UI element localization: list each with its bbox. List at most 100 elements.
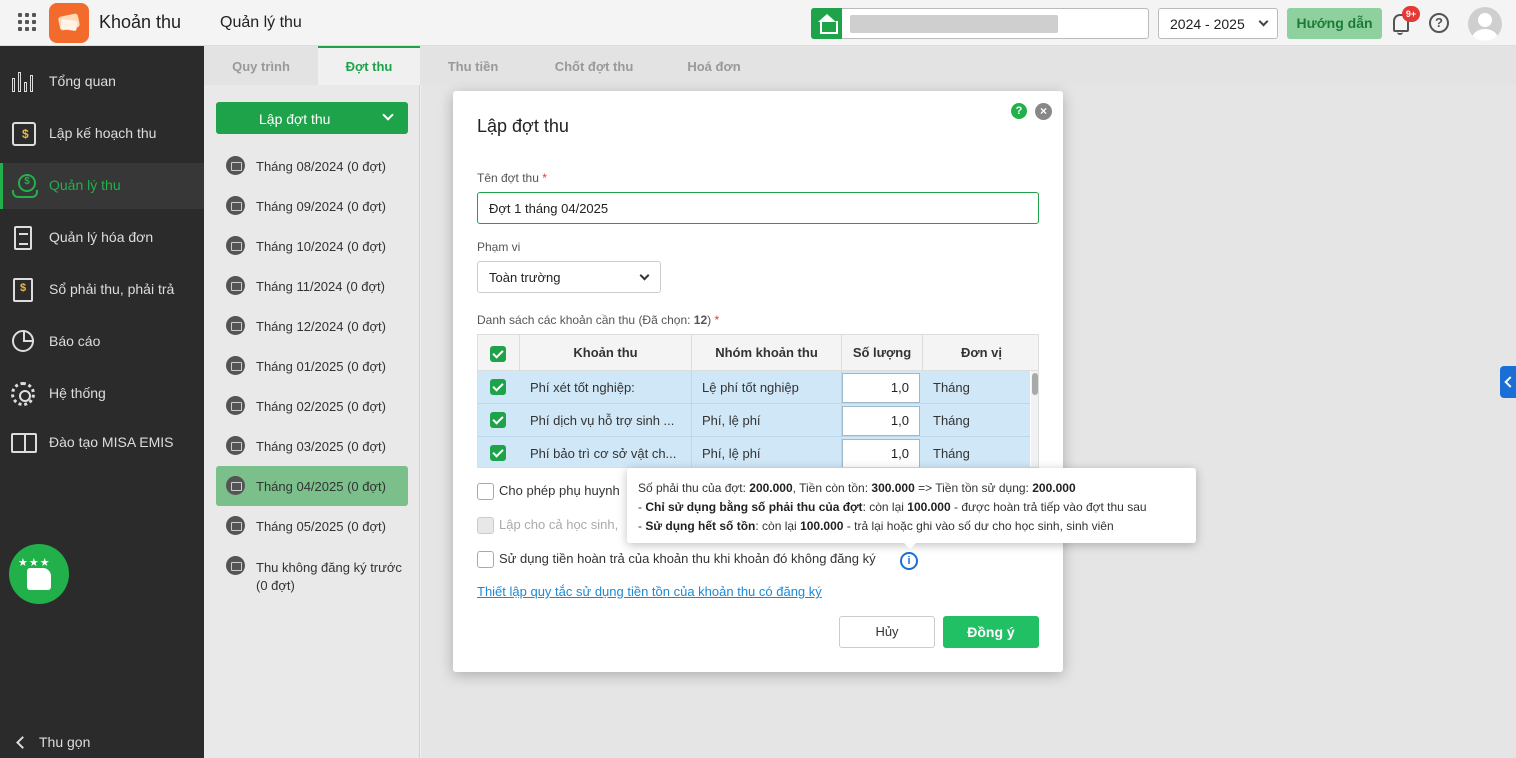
sidebar-item-manage-collection[interactable]: Quản lý thu (0, 163, 204, 209)
allow-parent-option[interactable]: Cho phép phụ huynh (477, 483, 620, 501)
expand-panel-tab[interactable] (1500, 366, 1516, 398)
period-label: Tháng 01/2025 (0 đợt) (256, 359, 386, 374)
period-label: Tháng 05/2025 (0 đợt) (256, 519, 386, 534)
calendar-icon (226, 276, 245, 295)
document-icon (14, 226, 32, 250)
tab-collection-periods[interactable]: Đợt thu (318, 46, 420, 85)
tab-bar: Quy trình Đợt thu Thu tiền Chốt đợt thu … (204, 46, 1516, 85)
quantity-input[interactable]: 1,0 (842, 406, 920, 436)
scope-select[interactable]: Toàn trường (477, 261, 661, 293)
school-year-select[interactable]: 2024 - 2025 (1158, 8, 1278, 39)
sidebar-item-training[interactable]: Đào tạo MISA EMIS (0, 420, 204, 466)
confirm-button[interactable]: Đồng ý (943, 616, 1039, 648)
table-row[interactable]: Phí xét tốt nghiệp: Lệ phí tốt nghiệp 1,… (478, 371, 1030, 404)
fee-group: Phí, lệ phí (692, 404, 842, 437)
chevron-left-icon (16, 736, 29, 749)
required-mark: * (714, 313, 720, 327)
period-item[interactable]: Tháng 08/2024 (0 đợt) (216, 146, 408, 186)
tooltip-line: Số phải thu của đợt: 200.000, Tiền còn t… (638, 479, 1196, 498)
sidebar-item-invoices[interactable]: Quản lý hóa đơn (0, 215, 204, 261)
tooltip-bold: Sử dụng hết số tồn (645, 519, 756, 533)
tooltip-line: - Chỉ sử dụng bằng số phải thu của đợt: … (638, 498, 1196, 517)
gear-icon (11, 382, 35, 406)
period-item[interactable]: Tháng 09/2024 (0 đợt) (216, 186, 408, 226)
avatar[interactable] (1468, 7, 1502, 41)
sidebar-item-label: Báo cáo (49, 333, 101, 349)
row-checkbox[interactable] (490, 412, 506, 428)
row-checkbox[interactable] (490, 379, 506, 395)
tooltip-bold: 100.000 (800, 519, 844, 533)
period-item[interactable]: Tháng 10/2024 (0 đợt) (216, 226, 408, 266)
table-row[interactable]: Phí dịch vụ hỗ trợ sinh ... Phí, lệ phí … (478, 404, 1030, 437)
option-label: Cho phép phụ huynh (499, 483, 620, 498)
calendar-money-icon (12, 122, 36, 146)
quantity-input[interactable]: 1,0 (842, 439, 920, 467)
period-item[interactable]: Tháng 02/2025 (0 đợt) (216, 386, 408, 426)
cancel-button[interactable]: Hủy (839, 616, 935, 648)
create-period-label: Lập đợt thu (259, 111, 331, 127)
period-label: Tháng 02/2025 (0 đợt) (256, 399, 386, 414)
selected-count: 12 (693, 313, 708, 327)
period-item[interactable]: Tháng 05/2025 (0 đợt) (216, 506, 408, 546)
sidebar-item-reports[interactable]: Báo cáo (0, 319, 204, 365)
tab-invoices[interactable]: Hoá đơn (662, 46, 766, 85)
help-icon[interactable]: ? (1011, 103, 1027, 119)
period-item-unregistered[interactable]: Thu không đăng ký trước (0 đợt) (216, 546, 408, 598)
school-icon (811, 8, 842, 39)
use-refund-option[interactable]: Sử dụng tiền hoàn trả của khoản thu khi … (477, 551, 876, 569)
calendar-icon (226, 436, 245, 455)
tooltip-bold: 200.000 (749, 481, 793, 495)
period-item-selected[interactable]: Tháng 04/2025 (0 đợt) (216, 466, 408, 506)
help-icon[interactable]: ? (1429, 13, 1449, 33)
label-text: ) (707, 313, 712, 327)
row-checkbox[interactable] (490, 445, 506, 461)
period-label: Tháng 08/2024 (0 đợt) (256, 159, 386, 174)
info-icon[interactable]: i (900, 552, 918, 570)
collapse-sidebar-button[interactable]: Thu gọn (16, 734, 91, 750)
tooltip-text: : còn lại (755, 519, 801, 533)
tab-close-period[interactable]: Chốt đợt thu (526, 46, 662, 85)
sidebar-item-ledger[interactable]: Sổ phải thu, phải trả (0, 267, 204, 313)
allow-parent-checkbox[interactable] (477, 483, 494, 501)
sidebar-item-label: Lập kế hoạch thu (49, 125, 157, 141)
period-label: Tháng 03/2025 (0 đợt) (256, 439, 386, 454)
fee-table: Khoản thu Nhóm khoản thu Số lượng Đơn vị… (477, 334, 1039, 468)
rating-button[interactable]: ★★★ (9, 544, 69, 604)
fee-name: Phí dịch vụ hỗ trợ sinh ... (520, 404, 692, 437)
use-refund-checkbox[interactable] (477, 551, 494, 569)
period-item[interactable]: Tháng 12/2024 (0 đợt) (216, 306, 408, 346)
top-bar: Khoản thu Quản lý thu 2024 - 2025 Hướng … (0, 0, 1516, 46)
period-item[interactable]: Tháng 01/2025 (0 đợt) (216, 346, 408, 386)
bar-chart-icon (11, 70, 37, 94)
calendar-icon (226, 516, 245, 535)
create-period-button[interactable]: Lập đợt thu (216, 102, 408, 134)
period-item[interactable]: Tháng 03/2025 (0 đợt) (216, 426, 408, 466)
guide-button[interactable]: Hướng dẫn (1287, 8, 1382, 39)
school-name-redacted (850, 15, 1058, 33)
quantity-input[interactable]: 1,0 (842, 373, 920, 403)
period-name-input[interactable] (477, 192, 1039, 224)
tab-collect-money[interactable]: Thu tiền (420, 46, 526, 85)
sidebar-item-plan[interactable]: Lập kế hoạch thu (0, 111, 204, 157)
sidebar-item-system[interactable]: Hệ thống (0, 371, 204, 417)
app-grid-icon[interactable] (18, 13, 36, 31)
close-icon[interactable]: × (1035, 103, 1052, 120)
tooltip-bold: 100.000 (907, 500, 951, 514)
notification-badge: 9+ (1402, 6, 1420, 22)
chevron-down-icon (1258, 16, 1269, 27)
select-all-checkbox[interactable] (490, 346, 506, 362)
period-item[interactable]: Tháng 11/2024 (0 đợt) (216, 266, 408, 306)
tab-process[interactable]: Quy trình (204, 46, 318, 85)
sidebar-item-overview[interactable]: Tổng quan (0, 59, 204, 105)
school-selector[interactable] (811, 8, 1149, 39)
label-text: Tên đợt thu (477, 171, 539, 185)
setup-rule-link[interactable]: Thiết lập quy tắc sử dụng tiền tồn của k… (477, 584, 822, 599)
table-scrollbar[interactable] (1031, 371, 1038, 467)
collapse-label: Thu gọn (39, 734, 91, 750)
table-row[interactable]: Phí bảo trì cơ sở vật ch... Phí, lệ phí … (478, 437, 1030, 467)
calendar-icon (226, 236, 245, 255)
calendar-icon (226, 356, 245, 375)
period-label: Tháng 09/2024 (0 đợt) (256, 199, 386, 214)
period-label: Thu không đăng ký trước (0 đợt) (256, 560, 402, 593)
column-header: Số lượng (842, 335, 923, 371)
